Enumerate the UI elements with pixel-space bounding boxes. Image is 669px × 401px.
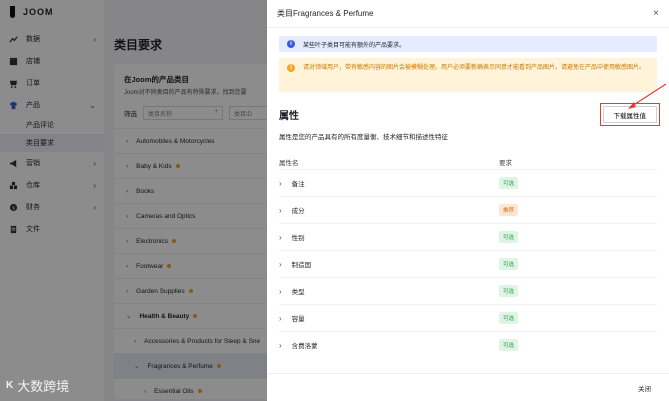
category-drawer: 类目Fragrances & Perfume × i 某些叶子类目可能有额外的产…: [267, 0, 669, 401]
attribute-name: 备注: [291, 181, 305, 188]
chevron-right-icon: ›: [279, 259, 282, 269]
warning-icon: !: [287, 64, 295, 72]
info-banner: i 某些叶子类目可能有额外的产品要求。: [279, 36, 657, 52]
status-badge: 可选: [499, 312, 519, 324]
table-row[interactable]: › 容量 可选: [279, 304, 657, 331]
chevron-right-icon: ›: [279, 340, 282, 350]
attributes-title: 属性: [279, 111, 299, 122]
watermark-text: 大数跨境: [17, 379, 70, 394]
watermark-logo: K: [6, 380, 14, 391]
status-badge: 推荐: [499, 204, 519, 216]
chevron-right-icon: ›: [279, 232, 282, 242]
status-badge: 可选: [499, 177, 519, 189]
status-badge: 可选: [499, 231, 519, 243]
table-row[interactable]: › 含费洛蒙 可选: [279, 331, 657, 358]
column-header-requirement: 要求: [499, 160, 512, 167]
attributes-description: 属性是您的产品具有的所有度量衡、技术细节和描述性特征: [279, 134, 448, 141]
status-badge: 可选: [499, 339, 519, 351]
column-header-name: 属性名: [279, 160, 299, 167]
drawer-title: 类目Fragrances & Perfume: [277, 9, 374, 18]
close-icon[interactable]: ×: [653, 8, 659, 19]
warning-text: 请对领域用户，带有敏感内容的图片会被模糊处理。用户必须要新确表示同意才能看到产品…: [303, 65, 646, 71]
info-icon: i: [287, 40, 295, 48]
watermark: K 大数跨境: [6, 376, 69, 395]
attribute-name: 性别: [291, 235, 305, 242]
attribute-name: 制造国: [291, 262, 312, 269]
status-badge: 可选: [499, 258, 519, 270]
close-button[interactable]: 关闭: [638, 383, 651, 393]
table-header: 属性名 要求: [279, 155, 657, 169]
table-row[interactable]: › 类型 可选: [279, 277, 657, 304]
attribute-name: 容量: [291, 316, 305, 323]
annotation-arrow: [628, 83, 667, 109]
chevron-right-icon: ›: [279, 205, 282, 215]
attribute-name: 类型: [291, 289, 305, 296]
chevron-right-icon: ›: [279, 313, 282, 323]
table-row[interactable]: › 备注 可选: [279, 169, 657, 196]
chevron-right-icon: ›: [279, 286, 282, 296]
attribute-name: 含费洛蒙: [291, 343, 318, 350]
drawer-header: 类目Fragrances & Perfume ×: [267, 0, 669, 28]
drawer-body: i 某些叶子类目可能有额外的产品要求。 ! 请对领域用户，带有敏感内容的图片会被…: [267, 28, 669, 373]
attribute-name: 成分: [291, 208, 305, 215]
chevron-right-icon: ›: [279, 178, 282, 188]
table-row[interactable]: › 性别 可选: [279, 223, 657, 250]
table-row[interactable]: › 制造国 可选: [279, 250, 657, 277]
status-badge: 可选: [499, 285, 519, 297]
info-text: 某些叶子类目可能有额外的产品要求。: [303, 42, 406, 49]
drawer-footer: 关闭: [267, 373, 669, 401]
table-row[interactable]: › 成分 推荐: [279, 196, 657, 223]
